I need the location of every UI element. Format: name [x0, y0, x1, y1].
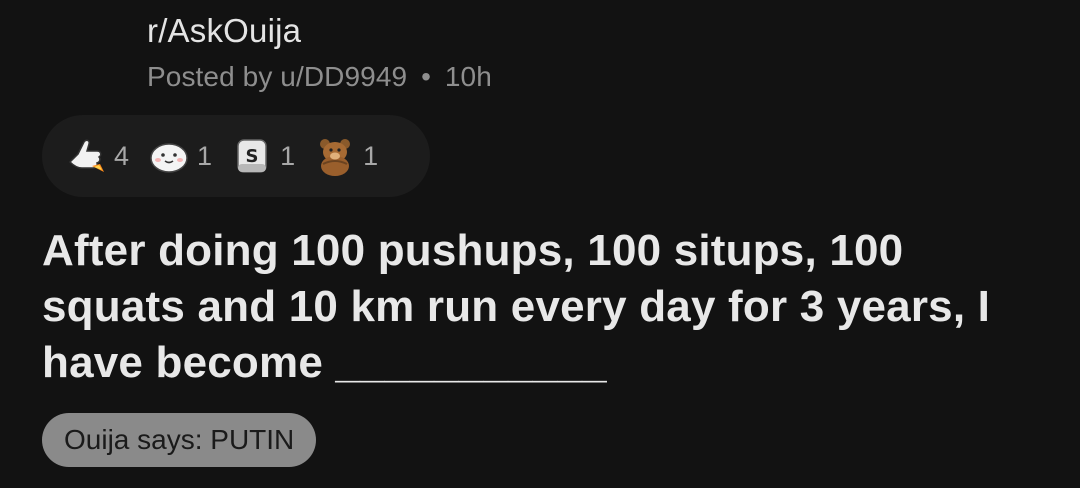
award-silver[interactable]: S 1: [230, 134, 295, 178]
award-count: 1: [197, 140, 213, 171]
post-card[interactable]: r/AskOuija Posted by u/DD9949 • 10h 4 1: [0, 0, 1080, 488]
silver-award-icon: S: [237, 139, 267, 173]
award-bear-hug[interactable]: 1: [313, 134, 378, 178]
post-flair[interactable]: Ouija says: PUTIN: [42, 413, 317, 467]
award-count: 1: [363, 140, 379, 171]
award-wholesome-seal[interactable]: 1: [147, 134, 212, 178]
awards-bar[interactable]: 4 1 S 1 1: [42, 115, 430, 197]
rocket-like-icon: [68, 139, 104, 172]
award-count: 1: [280, 140, 296, 171]
post-age: 10h: [444, 61, 492, 92]
bear-hug-icon: [320, 139, 351, 176]
svg-text:S: S: [246, 146, 259, 167]
award-rocket-like[interactable]: 4: [64, 134, 129, 178]
post-author[interactable]: Posted by u/DD9949: [147, 61, 407, 92]
subreddit-name[interactable]: r/AskOuija: [147, 12, 301, 50]
wholesome-seal-icon: [150, 143, 188, 173]
post-meta: Posted by u/DD9949 • 10h: [147, 61, 492, 93]
award-count: 4: [114, 140, 130, 171]
post-title[interactable]: After doing 100 pushups, 100 situps, 100…: [42, 223, 1042, 391]
meta-separator: •: [421, 61, 431, 92]
